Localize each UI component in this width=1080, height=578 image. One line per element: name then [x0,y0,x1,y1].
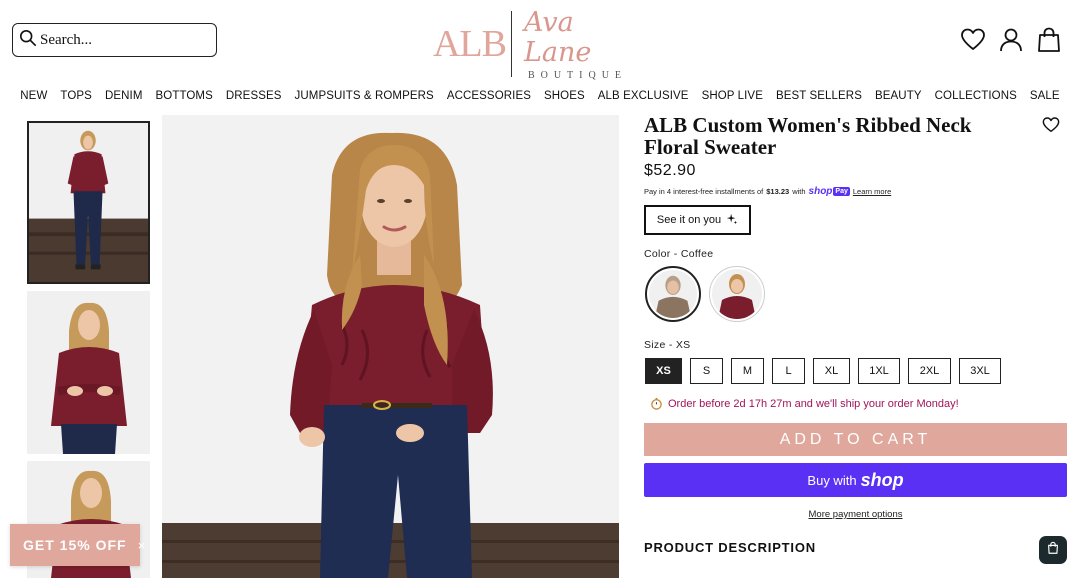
header-icons [960,27,1062,53]
store-logo[interactable]: ALB Ava Lane BOUTIQUE [430,6,645,81]
search-input[interactable] [40,31,210,49]
shipping-countdown-notice: Order before 2d 17h 27m and we'll ship y… [650,397,959,410]
buy-with-shop-pay-button[interactable]: Buy with shop [644,463,1067,497]
nav-item-best-sellers[interactable]: BEST SELLERS [776,90,862,102]
nav-item-alb-exclusive[interactable]: ALB EXCLUSIVE [598,90,689,102]
close-icon[interactable]: × [138,538,146,553]
main-nav: NEW TOPS DENIM BOTTOMS DRESSES JUMPSUITS… [0,90,1080,102]
nav-item-accessories[interactable]: ACCESSORIES [447,90,531,102]
add-to-cart-button[interactable]: ADD TO CART [644,423,1067,456]
color-swatch-burgundy[interactable] [709,266,765,322]
size-option-xs[interactable]: XS [645,358,682,384]
installments-prefix: Pay in 4 interest-free installments of [644,187,764,196]
nav-item-jumpsuits-rompers[interactable]: JUMPSUITS & ROMPERS [295,90,434,102]
floating-shop-cart-button[interactable] [1039,536,1067,564]
more-payment-options-link[interactable]: More payment options [644,509,1067,520]
shop-pay-logo: shop Pay [809,186,850,197]
size-option-m[interactable]: M [731,358,764,384]
add-to-wishlist-heart-icon[interactable] [1042,116,1060,134]
nav-item-sale[interactable]: SALE [1030,90,1060,102]
nav-item-shop-live[interactable]: SHOP LIVE [702,90,763,102]
main-product-image[interactable] [162,115,619,578]
installments-with: with [792,187,806,196]
size-option-3xl[interactable]: 3XL [959,358,1001,384]
cart-bag-icon[interactable] [1036,27,1062,53]
color-swatch-coffee[interactable] [645,266,701,322]
search-box[interactable] [12,23,217,57]
nav-item-denim[interactable]: DENIM [105,90,143,102]
nav-item-collections[interactable]: COLLECTIONS [935,90,1017,102]
nav-item-new[interactable]: NEW [20,90,47,102]
product-title: ALB Custom Women's Ribbed Neck Floral Sw… [644,113,972,159]
nav-item-bottoms[interactable]: BOTTOMS [156,90,213,102]
nav-item-dresses[interactable]: DRESSES [226,90,282,102]
account-icon[interactable] [998,27,1024,53]
size-option-2xl[interactable]: 2XL [908,358,951,384]
logo-script-text: Ava Lane [523,6,592,68]
see-it-on-you-button[interactable]: See it on you [644,205,751,235]
product-description-heading[interactable]: PRODUCT DESCRIPTION [644,540,816,555]
logo-divider [510,11,512,77]
product-thumbnail[interactable] [27,121,150,284]
shop-brand-label: shop [860,469,904,490]
color-label: Color - Coffee [644,248,714,260]
shipping-countdown-text: Order before 2d 17h 27m and we'll ship y… [668,397,959,410]
size-option-1xl[interactable]: 1XL [858,358,900,384]
logo-mark: ALB [432,23,507,65]
see-it-on-you-label: See it on you [656,214,722,226]
nav-item-tops[interactable]: TOPS [60,90,92,102]
wishlist-heart-icon[interactable] [960,27,986,53]
search-icon [19,29,37,52]
learn-more-link[interactable]: Learn more [853,187,891,196]
shop-pay-word: shop [808,186,833,197]
size-option-l[interactable]: L [772,358,805,384]
installments-message: Pay in 4 interest-free installments of $… [644,186,891,197]
size-option-xl[interactable]: XL [813,358,850,384]
logo-subtitle: BOUTIQUE [527,69,628,81]
buy-with-label: Buy with [807,472,857,488]
product-price: $52.90 [644,162,696,179]
promo-label: GET 15% OFF [23,537,127,553]
size-label: Size - XS [644,339,691,351]
shopping-bag-icon [1046,541,1060,560]
size-option-s[interactable]: S [690,358,723,384]
discount-promo-tab[interactable]: GET 15% OFF × [10,524,145,566]
stopwatch-icon [650,397,663,410]
installments-amount: $13.23 [766,187,790,196]
nav-item-shoes[interactable]: SHOES [544,90,585,102]
nav-item-beauty[interactable]: BEAUTY [875,90,922,102]
sparkle-icon [726,213,738,228]
product-thumbnail[interactable] [27,291,150,454]
size-options: XS S M L XL 1XL 2XL 3XL [645,358,1001,384]
shop-pay-badge: Pay [833,187,850,196]
